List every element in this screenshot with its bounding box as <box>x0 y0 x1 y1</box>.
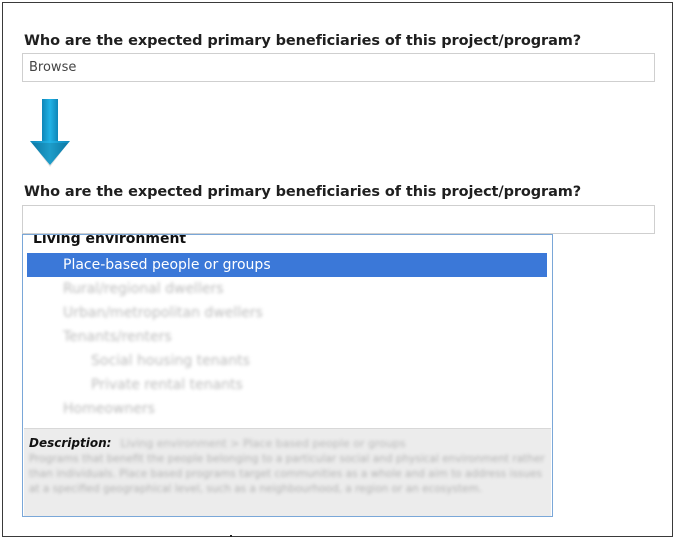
stray-dot <box>230 535 232 537</box>
option-social-housing[interactable]: Social housing tenants <box>27 349 547 373</box>
question-label-top: Who are the expected primary beneficiari… <box>24 33 582 49</box>
option-urban-metropolitan[interactable]: Urban/metropolitan dwellers <box>27 301 547 325</box>
option-private-rental[interactable]: Private rental tenants <box>27 373 547 397</box>
beneficiaries-field-bottom[interactable] <box>22 205 655 234</box>
beneficiaries-field-top[interactable]: Browse <box>22 53 655 82</box>
dropdown-group-header: Living environment <box>33 234 187 247</box>
description-body: Programs that benefit the people belongi… <box>29 453 545 495</box>
description-label: Description: <box>29 436 112 450</box>
question-label-bottom: Who are the expected primary beneficiari… <box>24 184 582 200</box>
description-heading: Living environment > Place based people … <box>120 437 406 450</box>
option-rural-regional[interactable]: Rural/regional dwellers <box>27 277 547 301</box>
option-place-based[interactable]: Place-based people or groups <box>27 253 547 277</box>
beneficiaries-dropdown: Living environment Place-based people or… <box>22 234 553 517</box>
option-homeowners[interactable]: Homeowners <box>27 397 547 421</box>
down-arrow-icon <box>30 99 70 167</box>
description-panel: Description: Living environment > Place … <box>24 428 551 516</box>
option-tenants-renters[interactable]: Tenants/renters <box>27 325 547 349</box>
